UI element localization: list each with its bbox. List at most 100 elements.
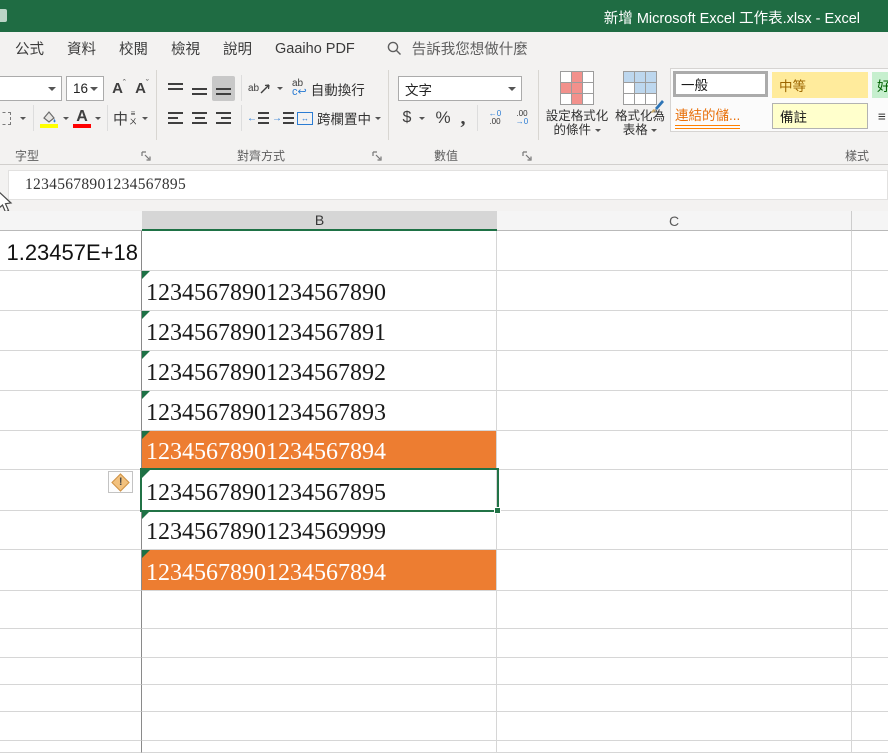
- cell-a10[interactable]: [0, 591, 142, 629]
- cell-d11[interactable]: [852, 629, 888, 658]
- cell-d8[interactable]: [852, 511, 888, 550]
- cell-b10[interactable]: [142, 591, 497, 629]
- cell-c7[interactable]: [497, 470, 852, 511]
- cell-a6[interactable]: [0, 431, 142, 470]
- font-name-combo[interactable]: [0, 76, 62, 101]
- align-top-button[interactable]: [164, 76, 187, 101]
- cell-a11[interactable]: [0, 629, 142, 658]
- cell-d3[interactable]: [852, 311, 888, 351]
- cell-a5[interactable]: [0, 391, 142, 431]
- borders-dropdown[interactable]: [17, 106, 29, 130]
- cell-c6[interactable]: [497, 431, 852, 470]
- comma-format-button[interactable]: ,: [456, 106, 470, 130]
- cell-c1[interactable]: [497, 231, 852, 271]
- cell-b13[interactable]: [142, 685, 497, 712]
- cell-a4[interactable]: [0, 351, 142, 391]
- cell-a12[interactable]: [0, 658, 142, 685]
- cell-c9[interactable]: [497, 550, 852, 591]
- currency-format-dropdown[interactable]: [416, 106, 428, 130]
- wrap-text-button[interactable]: abc↩ 自動換行: [292, 76, 380, 101]
- cell-a2[interactable]: [0, 271, 142, 311]
- tab-review[interactable]: 校閱: [119, 38, 148, 59]
- column-header-c[interactable]: C: [497, 211, 852, 231]
- cell-c10[interactable]: [497, 591, 852, 629]
- cell-d4[interactable]: [852, 351, 888, 391]
- cell-b12[interactable]: [142, 658, 497, 685]
- font-size-combo[interactable]: 16: [66, 76, 104, 101]
- cell-a15[interactable]: [0, 741, 142, 753]
- cell-c8[interactable]: [497, 511, 852, 550]
- cell-b14[interactable]: [142, 712, 497, 741]
- decrease-decimal-button[interactable]: .00→0: [509, 106, 535, 130]
- increase-indent-button[interactable]: →: [271, 106, 295, 130]
- style-chip-note[interactable]: 備註: [772, 103, 868, 129]
- borders-button[interactable]: [0, 106, 16, 130]
- cell-d12[interactable]: [852, 658, 888, 685]
- cell-d9[interactable]: [852, 550, 888, 591]
- cell-c5[interactable]: [497, 391, 852, 431]
- tab-formulas[interactable]: 公式: [15, 38, 44, 59]
- align-bottom-button[interactable]: [212, 76, 235, 101]
- fill-color-button[interactable]: [38, 103, 60, 131]
- cell-b1[interactable]: [142, 231, 497, 271]
- cell-a9[interactable]: [0, 550, 142, 591]
- style-chip-good[interactable]: 好: [872, 72, 888, 98]
- decrease-indent-button[interactable]: ←: [246, 106, 270, 130]
- format-as-table-button[interactable]: 格式化為 表格: [612, 71, 668, 137]
- cell-d13[interactable]: [852, 685, 888, 712]
- tab-view[interactable]: 檢視: [171, 38, 200, 59]
- conditional-formatting-button[interactable]: 設定格式化 的條件: [545, 71, 609, 137]
- cell-d5[interactable]: [852, 391, 888, 431]
- cell-a1[interactable]: 1.23457E+18: [0, 231, 142, 271]
- cell-c12[interactable]: [497, 658, 852, 685]
- align-left-button[interactable]: [164, 106, 187, 130]
- align-center-button[interactable]: [188, 106, 211, 130]
- cell-d14[interactable]: [852, 712, 888, 741]
- phonetic-guide-button[interactable]: 中 ≡ㄨ: [111, 106, 139, 130]
- cell-d1[interactable]: [852, 231, 888, 271]
- cell-a14[interactable]: [0, 712, 142, 741]
- cell-c3[interactable]: [497, 311, 852, 351]
- align-middle-button[interactable]: [188, 76, 211, 101]
- cell-a13[interactable]: [0, 685, 142, 712]
- cell-d15[interactable]: [852, 741, 888, 753]
- cell-b9-highlighted[interactable]: 12345678901234567894: [142, 550, 497, 591]
- merge-center-button[interactable]: ↔ 跨欄置中: [297, 106, 373, 130]
- cell-b8[interactable]: 12345678901234569999: [142, 511, 497, 550]
- column-header-d[interactable]: [852, 211, 888, 231]
- column-header-a[interactable]: [0, 211, 142, 231]
- cell-c11[interactable]: [497, 629, 852, 658]
- increase-decimal-button[interactable]: ←0.00: [482, 106, 508, 130]
- tab-gaaiho-pdf[interactable]: Gaaiho PDF: [275, 41, 355, 57]
- number-dialog-launcher[interactable]: [522, 149, 533, 160]
- shrink-font-button[interactable]: Aˇ: [131, 76, 153, 101]
- quick-access-toolbar-icon[interactable]: [0, 9, 7, 22]
- style-chip-linked-cell[interactable]: 連結的儲...: [673, 103, 768, 129]
- cell-c13[interactable]: [497, 685, 852, 712]
- fill-handle[interactable]: [494, 507, 501, 514]
- cell-a8[interactable]: [0, 511, 142, 550]
- merge-center-dropdown[interactable]: [372, 106, 384, 130]
- cell-b6-highlighted[interactable]: 12345678901234567894: [142, 431, 497, 470]
- font-dialog-launcher[interactable]: [141, 149, 152, 160]
- cell-b15[interactable]: [142, 741, 497, 753]
- tab-help[interactable]: 說明: [223, 38, 252, 59]
- cell-b11[interactable]: [142, 629, 497, 658]
- cell-d7[interactable]: [852, 470, 888, 511]
- style-chip-normal[interactable]: 一般: [673, 71, 768, 97]
- phonetic-dropdown[interactable]: [139, 106, 151, 130]
- error-checking-button[interactable]: !: [108, 471, 133, 493]
- cell-c15[interactable]: [497, 741, 852, 753]
- align-right-button[interactable]: [212, 106, 235, 130]
- cell-b5[interactable]: 12345678901234567893: [142, 391, 497, 431]
- formula-bar-input[interactable]: 12345678901234567895: [8, 170, 888, 200]
- tell-me-search[interactable]: 告訴我您想做什麼: [387, 38, 528, 59]
- cell-d10[interactable]: [852, 591, 888, 629]
- cell-d2[interactable]: [852, 271, 888, 311]
- cell-c2[interactable]: [497, 271, 852, 311]
- grow-font-button[interactable]: Aˆ: [108, 76, 130, 101]
- fill-color-dropdown[interactable]: [60, 106, 72, 130]
- tab-data[interactable]: 資料: [67, 38, 96, 59]
- currency-format-button[interactable]: $: [398, 106, 416, 130]
- cell-d6[interactable]: [852, 431, 888, 470]
